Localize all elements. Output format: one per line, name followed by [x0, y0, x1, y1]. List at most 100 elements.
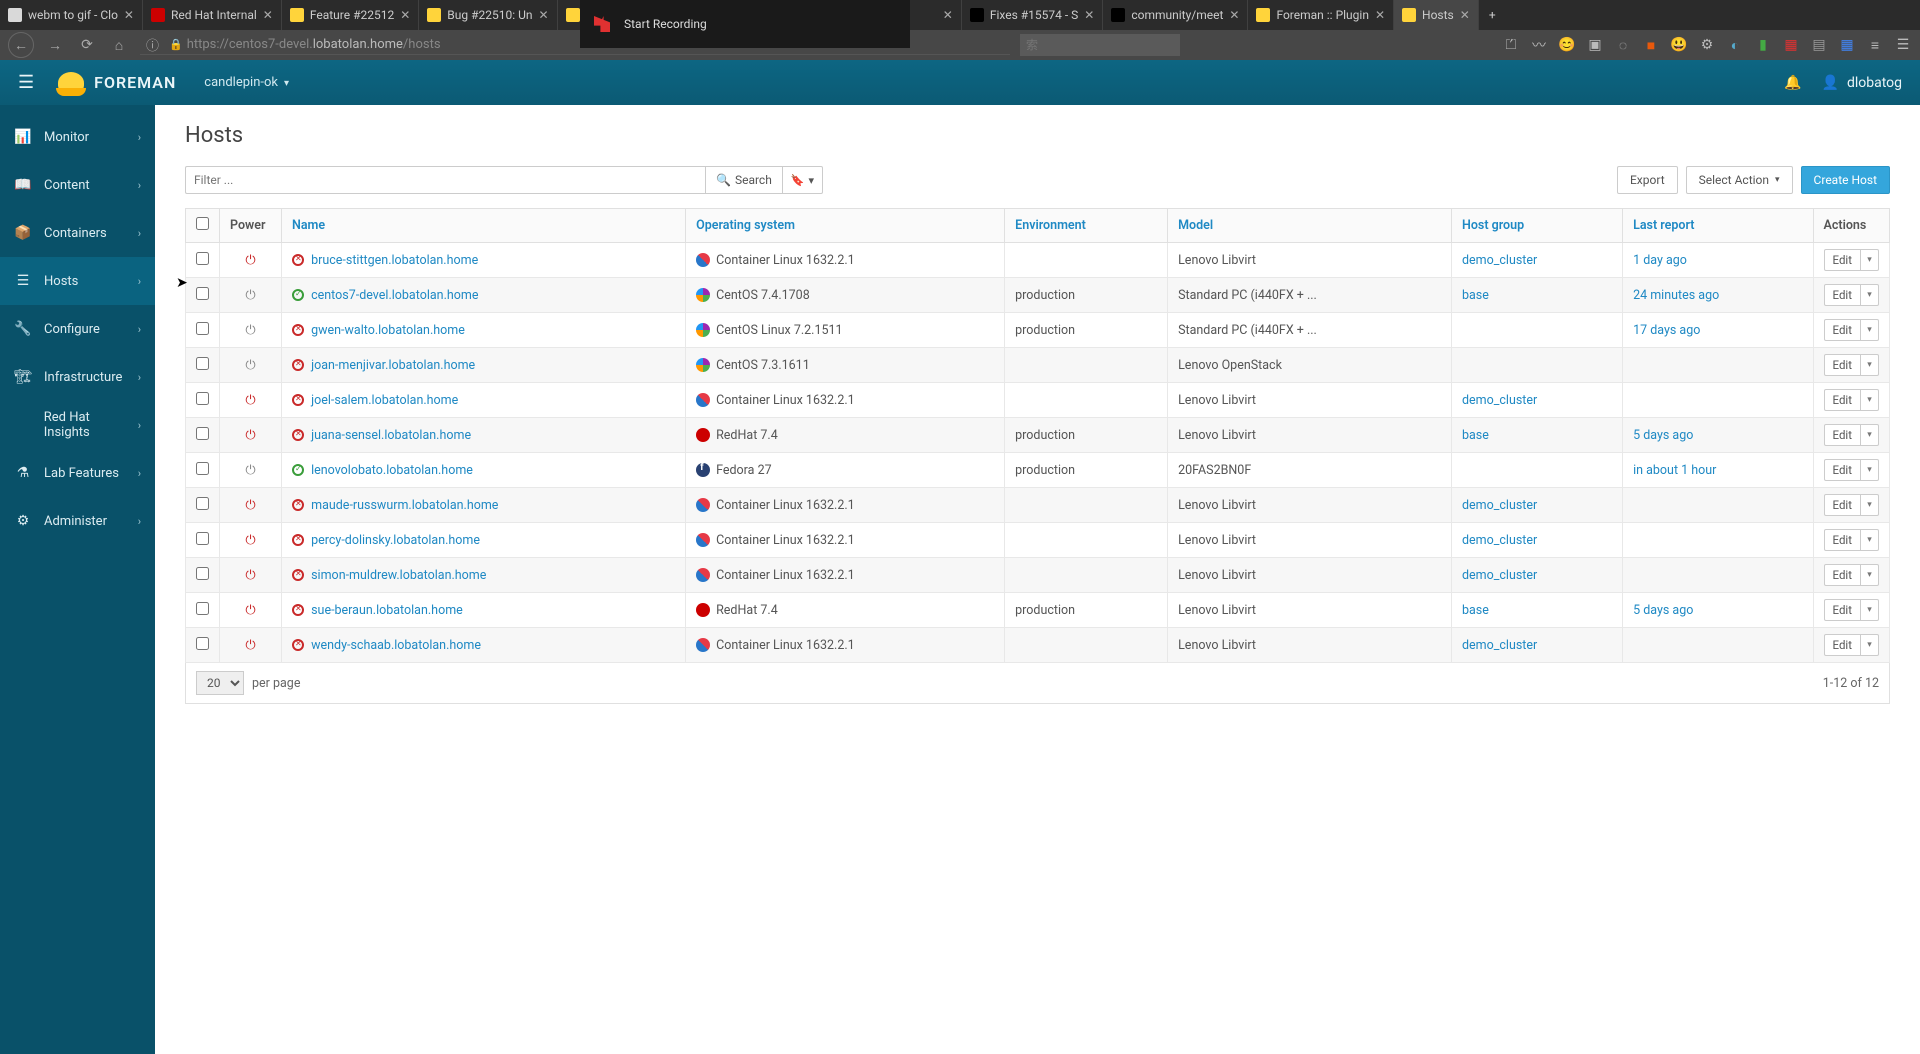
close-icon[interactable]: ✕: [124, 8, 134, 22]
row-checkbox[interactable]: [196, 462, 209, 475]
hostgroup-link[interactable]: demo_cluster: [1462, 393, 1537, 408]
hostgroup-link[interactable]: demo_cluster: [1462, 533, 1537, 548]
new-tab-button[interactable]: +: [1479, 0, 1506, 30]
ext-icon-6[interactable]: 😃: [1670, 36, 1688, 54]
sidebar-item-red-hat-insights[interactable]: Red Hat Insights›: [0, 401, 155, 449]
close-icon[interactable]: ✕: [1375, 8, 1385, 22]
host-name-link[interactable]: joan-menjivar.lobatolan.home: [311, 358, 475, 373]
power-icon[interactable]: ⏻: [245, 323, 255, 338]
row-checkbox[interactable]: [196, 532, 209, 545]
ext-icon-3[interactable]: ▣: [1586, 36, 1604, 54]
ext-icon-7[interactable]: ⚙: [1698, 36, 1716, 54]
user-menu[interactable]: 👤 dlobatog: [1822, 75, 1903, 91]
reload-button[interactable]: ⟳: [76, 34, 98, 56]
close-icon[interactable]: ✕: [539, 8, 549, 22]
row-checkbox[interactable]: [196, 637, 209, 650]
host-name-link[interactable]: wendy-schaab.lobatolan.home: [311, 638, 481, 653]
hostgroup-link[interactable]: base: [1462, 428, 1489, 443]
per-page-select[interactable]: 20: [196, 671, 244, 695]
browser-tab[interactable]: community/meet✕: [1103, 0, 1248, 30]
power-icon[interactable]: ⏻: [245, 603, 255, 618]
edit-button[interactable]: Edit: [1824, 564, 1861, 586]
edit-dropdown[interactable]: ▾: [1861, 494, 1879, 516]
sidebar-item-configure[interactable]: 🔧Configure›: [0, 305, 155, 353]
browser-search-box[interactable]: [1020, 34, 1180, 56]
hostgroup-link[interactable]: demo_cluster: [1462, 253, 1537, 268]
notifications-icon[interactable]: 🔔: [1784, 75, 1801, 91]
close-icon[interactable]: ✕: [263, 8, 273, 22]
col-lastreport[interactable]: Last report: [1623, 209, 1813, 243]
hostgroup-link[interactable]: base: [1462, 603, 1489, 618]
last-report-link[interactable]: 17 days ago: [1633, 323, 1700, 338]
row-checkbox[interactable]: [196, 602, 209, 615]
edit-button[interactable]: Edit: [1824, 249, 1861, 271]
sidebar-toggle[interactable]: ☰: [18, 72, 34, 93]
last-report-link[interactable]: 5 days ago: [1633, 428, 1693, 443]
row-checkbox[interactable]: [196, 427, 209, 440]
export-button[interactable]: Export: [1617, 166, 1678, 194]
browser-tab[interactable]: Fixes #15574 - S✕: [962, 0, 1104, 30]
edit-button[interactable]: Edit: [1824, 529, 1861, 551]
last-report-link[interactable]: 5 days ago: [1633, 603, 1693, 618]
sidebar-item-hosts[interactable]: ☰Hosts›: [0, 257, 155, 305]
ext-icon-10[interactable]: ▦: [1782, 36, 1800, 54]
power-icon[interactable]: ⏻: [245, 568, 255, 583]
filter-input[interactable]: [185, 166, 705, 194]
bookmark-button[interactable]: 🔖▾: [783, 166, 823, 194]
browser-tab[interactable]: Feature #22512✕: [282, 0, 419, 30]
edit-button[interactable]: Edit: [1824, 494, 1861, 516]
select-action-button[interactable]: Select Action▾: [1686, 166, 1793, 194]
browser-tab[interactable]: Bug #22510: Un✕: [419, 0, 557, 30]
row-checkbox[interactable]: [196, 322, 209, 335]
sidebar-item-content[interactable]: 📖Content›: [0, 161, 155, 209]
browser-tab[interactable]: webm to gif - Clo✕: [0, 0, 143, 30]
edit-dropdown[interactable]: ▾: [1861, 284, 1879, 306]
back-button[interactable]: ←: [8, 32, 34, 58]
edit-dropdown[interactable]: ▾: [1861, 634, 1879, 656]
hostgroup-link[interactable]: base: [1462, 288, 1489, 303]
power-icon[interactable]: ⏻: [245, 463, 255, 478]
host-name-link[interactable]: percy-dolinsky.lobatolan.home: [311, 533, 480, 548]
create-host-button[interactable]: Create Host: [1801, 166, 1890, 194]
col-hostgroup[interactable]: Host group: [1451, 209, 1622, 243]
power-icon[interactable]: ⏻: [245, 253, 255, 268]
hostgroup-link[interactable]: demo_cluster: [1462, 498, 1537, 513]
hostgroup-link[interactable]: demo_cluster: [1462, 568, 1537, 583]
select-all-checkbox[interactable]: [196, 217, 209, 230]
row-checkbox[interactable]: [196, 567, 209, 580]
close-icon[interactable]: ✕: [1229, 8, 1239, 22]
close-icon[interactable]: ✕: [943, 8, 953, 22]
sidebar-item-infrastructure[interactable]: 🏗Infrastructure›: [0, 353, 155, 401]
host-name-link[interactable]: joel-salem.lobatolan.home: [311, 393, 458, 408]
browser-tab[interactable]: Foreman :: Plugin✕: [1248, 0, 1394, 30]
ext-icon-4[interactable]: ◌: [1614, 36, 1632, 54]
close-icon[interactable]: ✕: [1460, 8, 1470, 22]
power-icon[interactable]: ⏻: [245, 498, 255, 513]
power-icon[interactable]: ⏻: [245, 358, 255, 373]
edit-button[interactable]: Edit: [1824, 319, 1861, 341]
edit-dropdown[interactable]: ▾: [1861, 319, 1879, 341]
ext-icon-13[interactable]: ≡: [1866, 36, 1884, 54]
edit-button[interactable]: Edit: [1824, 389, 1861, 411]
host-name-link[interactable]: gwen-walto.lobatolan.home: [311, 323, 465, 338]
ext-icon-5[interactable]: ■: [1642, 36, 1660, 54]
edit-dropdown[interactable]: ▾: [1861, 389, 1879, 411]
row-checkbox[interactable]: [196, 252, 209, 265]
browser-tab[interactable]: Red Hat Internal✕: [143, 0, 282, 30]
edit-dropdown[interactable]: ▾: [1861, 529, 1879, 551]
col-env[interactable]: Environment: [1005, 209, 1168, 243]
ext-icon-2[interactable]: 😊: [1558, 36, 1576, 54]
sidebar-item-administer[interactable]: ⚙Administer›: [0, 497, 155, 545]
host-name-link[interactable]: lenovolobato.lobatolan.home: [311, 463, 473, 478]
edit-dropdown[interactable]: ▾: [1861, 424, 1879, 446]
forward-button[interactable]: →: [44, 34, 66, 56]
host-name-link[interactable]: simon-muldrew.lobatolan.home: [311, 568, 486, 583]
ext-icon-1[interactable]: 〰: [1530, 36, 1548, 54]
search-button[interactable]: 🔍Search: [705, 166, 783, 194]
col-name[interactable]: Name: [282, 209, 686, 243]
host-name-link[interactable]: centos7-devel.lobatolan.home: [311, 288, 478, 303]
edit-button[interactable]: Edit: [1824, 354, 1861, 376]
browser-menu-icon[interactable]: ☰: [1894, 36, 1912, 54]
power-icon[interactable]: ⏻: [245, 428, 255, 443]
last-report-link[interactable]: in about 1 hour: [1633, 463, 1716, 478]
